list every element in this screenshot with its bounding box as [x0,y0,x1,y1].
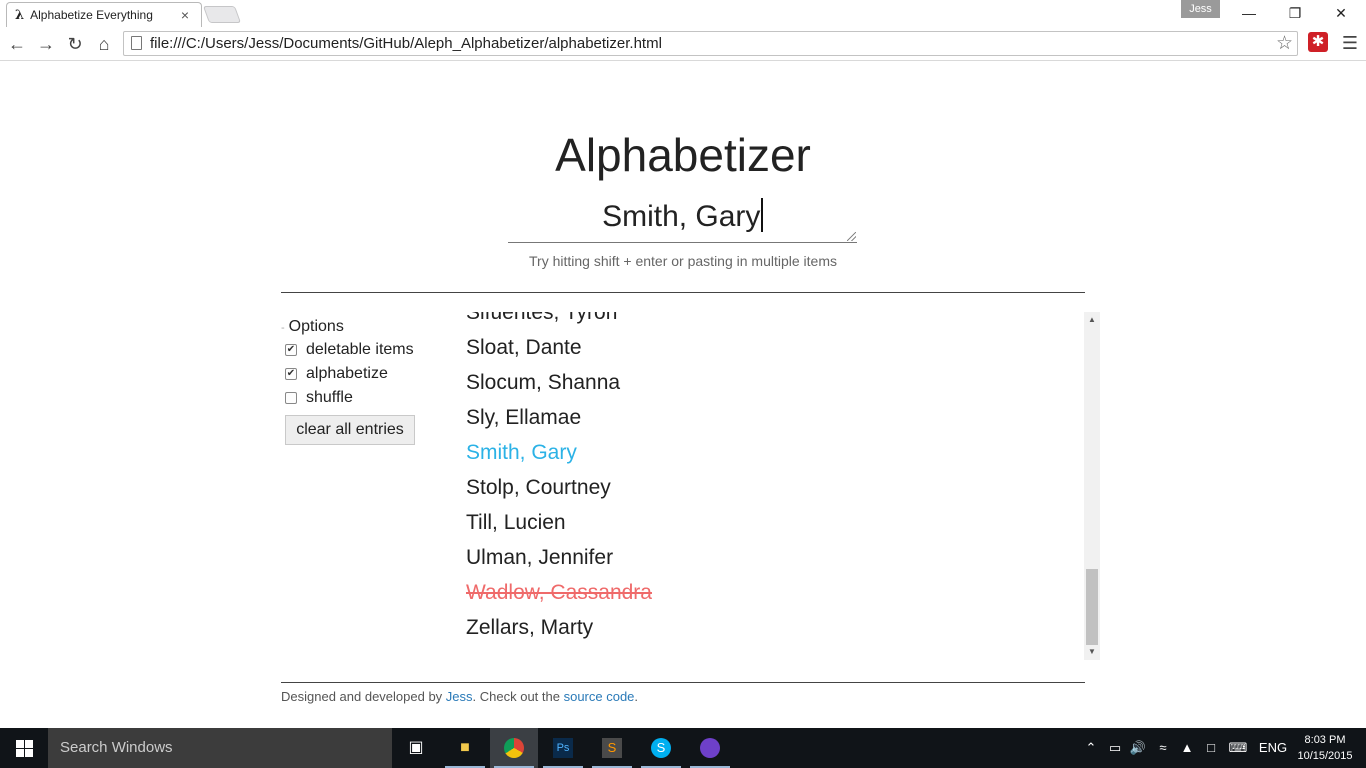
show-hidden-icons-icon[interactable]: ⌃ [1082,728,1100,768]
page-title: Alphabetizer [555,129,811,181]
windows-taskbar: Search Windows ▣ ■ Ps S S ⌃ ▭ 🔊 ≈ ▲ □ ⌨ … [0,728,1366,768]
restore-button[interactable]: ❐ [1272,0,1318,27]
lambda-favicon-icon: λ [15,7,25,23]
forward-arrow-icon[interactable]: → [34,32,58,56]
bookmark-star-icon[interactable]: ☆ [1276,32,1293,55]
tab-title: Alphabetize Everything [30,8,153,22]
deletable-checkbox[interactable]: ✔ [285,344,297,356]
page-content: Alphabetizer Smith, Gary Try hitting shi… [0,62,1366,728]
battery-icon[interactable]: ▭ [1104,728,1126,768]
sublime-text-icon[interactable]: S [588,728,636,768]
list-item[interactable]: Smith, Gary [466,435,652,470]
file-explorer-icon[interactable]: ■ [441,728,489,768]
tab-strip: λ Alphabetize Everything × Jess — ❐ ✕ [0,0,1366,27]
hamburger-menu-icon[interactable]: ☰ [1340,32,1360,54]
windows-logo-icon [25,749,33,757]
option-alphabetize[interactable]: ✔ alphabetize [281,362,431,386]
option-shuffle[interactable]: shuffle [281,386,431,410]
list-item[interactable]: Ulman, Jennifer [466,540,652,575]
list-item[interactable]: Zellars, Marty [466,610,652,645]
wifi-icon[interactable]: ≈ [1152,728,1174,768]
keyboard-icon[interactable]: ⌨ [1224,728,1252,768]
entry-value-text: Smith, Gary [602,200,761,233]
profile-button[interactable]: Jess [1181,0,1220,18]
shuffle-label: shuffle [306,389,353,406]
page-icon [131,36,142,50]
list-item[interactable]: Stolp, Courtney [466,470,652,505]
options-panel: - Options ✔ deletable items ✔ alphabetize… [281,316,431,445]
source-code-link[interactable]: source code [564,689,635,704]
alphabetize-label: alphabetize [306,365,388,382]
footer-text: . [634,689,639,704]
language-indicator[interactable]: ENG [1256,728,1290,768]
list-item[interactable]: Till, Lucien [466,505,652,540]
new-tab-button[interactable] [202,6,242,23]
author-link[interactable]: Jess [446,689,473,704]
home-icon[interactable]: ⌂ [92,32,116,56]
chrome-icon[interactable] [490,728,538,768]
list-item[interactable]: Wadlow, Cassandra [466,575,652,610]
entries-list-inner: Sifuentes, Tyron Sloat, Dante Slocum, Shan… [466,312,652,645]
options-heading: Options [288,318,344,335]
footer-text: . Check out the [472,689,564,704]
shuffle-checkbox[interactable] [285,392,297,404]
skype-icon[interactable]: S [637,728,685,768]
task-view-icon[interactable]: ▣ [392,728,440,768]
entry-textarea[interactable]: Smith, Gary [508,190,857,243]
windows-logo-icon [16,740,24,748]
minimize-button[interactable]: — [1226,0,1272,27]
entry-value[interactable]: Smith, Gary [508,198,857,234]
scroll-thumb[interactable] [1086,569,1098,645]
scroll-down-arrow-icon[interactable]: ▼ [1084,644,1100,660]
url-text[interactable]: file:///C:/Users/Jess/Documents/GitHub/A… [150,32,662,55]
list-item[interactable]: Sifuentes, Tyron [466,312,652,330]
photoshop-icon[interactable]: Ps [539,728,587,768]
list-item[interactable]: Sly, Ellamae [466,400,652,435]
scroll-up-arrow-icon[interactable]: ▲ [1084,312,1100,328]
volume-icon[interactable]: 🔊 [1128,728,1148,768]
taskbar-search[interactable]: Search Windows [48,728,392,768]
action-center-icon[interactable]: □ [1200,728,1222,768]
clear-all-button[interactable]: clear all entries [285,415,415,445]
windows-logo-icon [16,749,24,757]
deletable-label: deletable items [306,341,414,358]
clock-date: 10/15/2015 [1297,750,1353,762]
collapse-dash-icon: - [281,322,285,334]
list-scrollbar[interactable]: ▲ ▼ [1084,312,1100,660]
option-deletable[interactable]: ✔ deletable items [281,338,431,362]
list-item[interactable]: Sloat, Dante [466,330,652,365]
taskbar-clock[interactable]: 8:03 PM 10/15/2015 [1292,732,1358,764]
entry-hint: Try hitting shift + enter or pasting in … [529,253,837,269]
clock-time: 8:03 PM [1304,734,1346,746]
browser-tab[interactable]: λ Alphabetize Everything × [6,2,202,27]
address-bar[interactable]: file:///C:/Users/Jess/Documents/GitHub/A… [123,31,1298,56]
back-arrow-icon[interactable]: ← [5,32,29,56]
close-window-button[interactable]: ✕ [1318,0,1364,27]
divider [281,682,1085,683]
tab-close-icon[interactable]: × [177,7,193,23]
list-item[interactable]: Slocum, Shanna [466,365,652,400]
reload-icon[interactable]: ↻ [63,32,87,56]
windows-logo-icon [25,740,33,748]
extension-icon[interactable]: ✱ [1308,32,1328,52]
github-icon[interactable] [686,728,734,768]
resize-grip-icon[interactable] [847,232,856,241]
options-toggle[interactable]: - Options [281,316,431,338]
divider [281,292,1085,293]
entries-list[interactable]: Sifuentes, Tyron Sloat, Dante Slocum, Shan… [450,312,1084,660]
alphabetize-checkbox[interactable]: ✔ [285,368,297,380]
start-button[interactable] [0,728,48,768]
footer-text: Designed and developed by [281,689,446,704]
text-caret [761,198,763,232]
browser-toolbar: ← → ↻ ⌂ file:///C:/Users/Jess/Documents/… [0,27,1366,61]
footer: Designed and developed by Jess. Check ou… [281,689,638,704]
google-drive-icon[interactable]: ▲ [1176,728,1198,768]
